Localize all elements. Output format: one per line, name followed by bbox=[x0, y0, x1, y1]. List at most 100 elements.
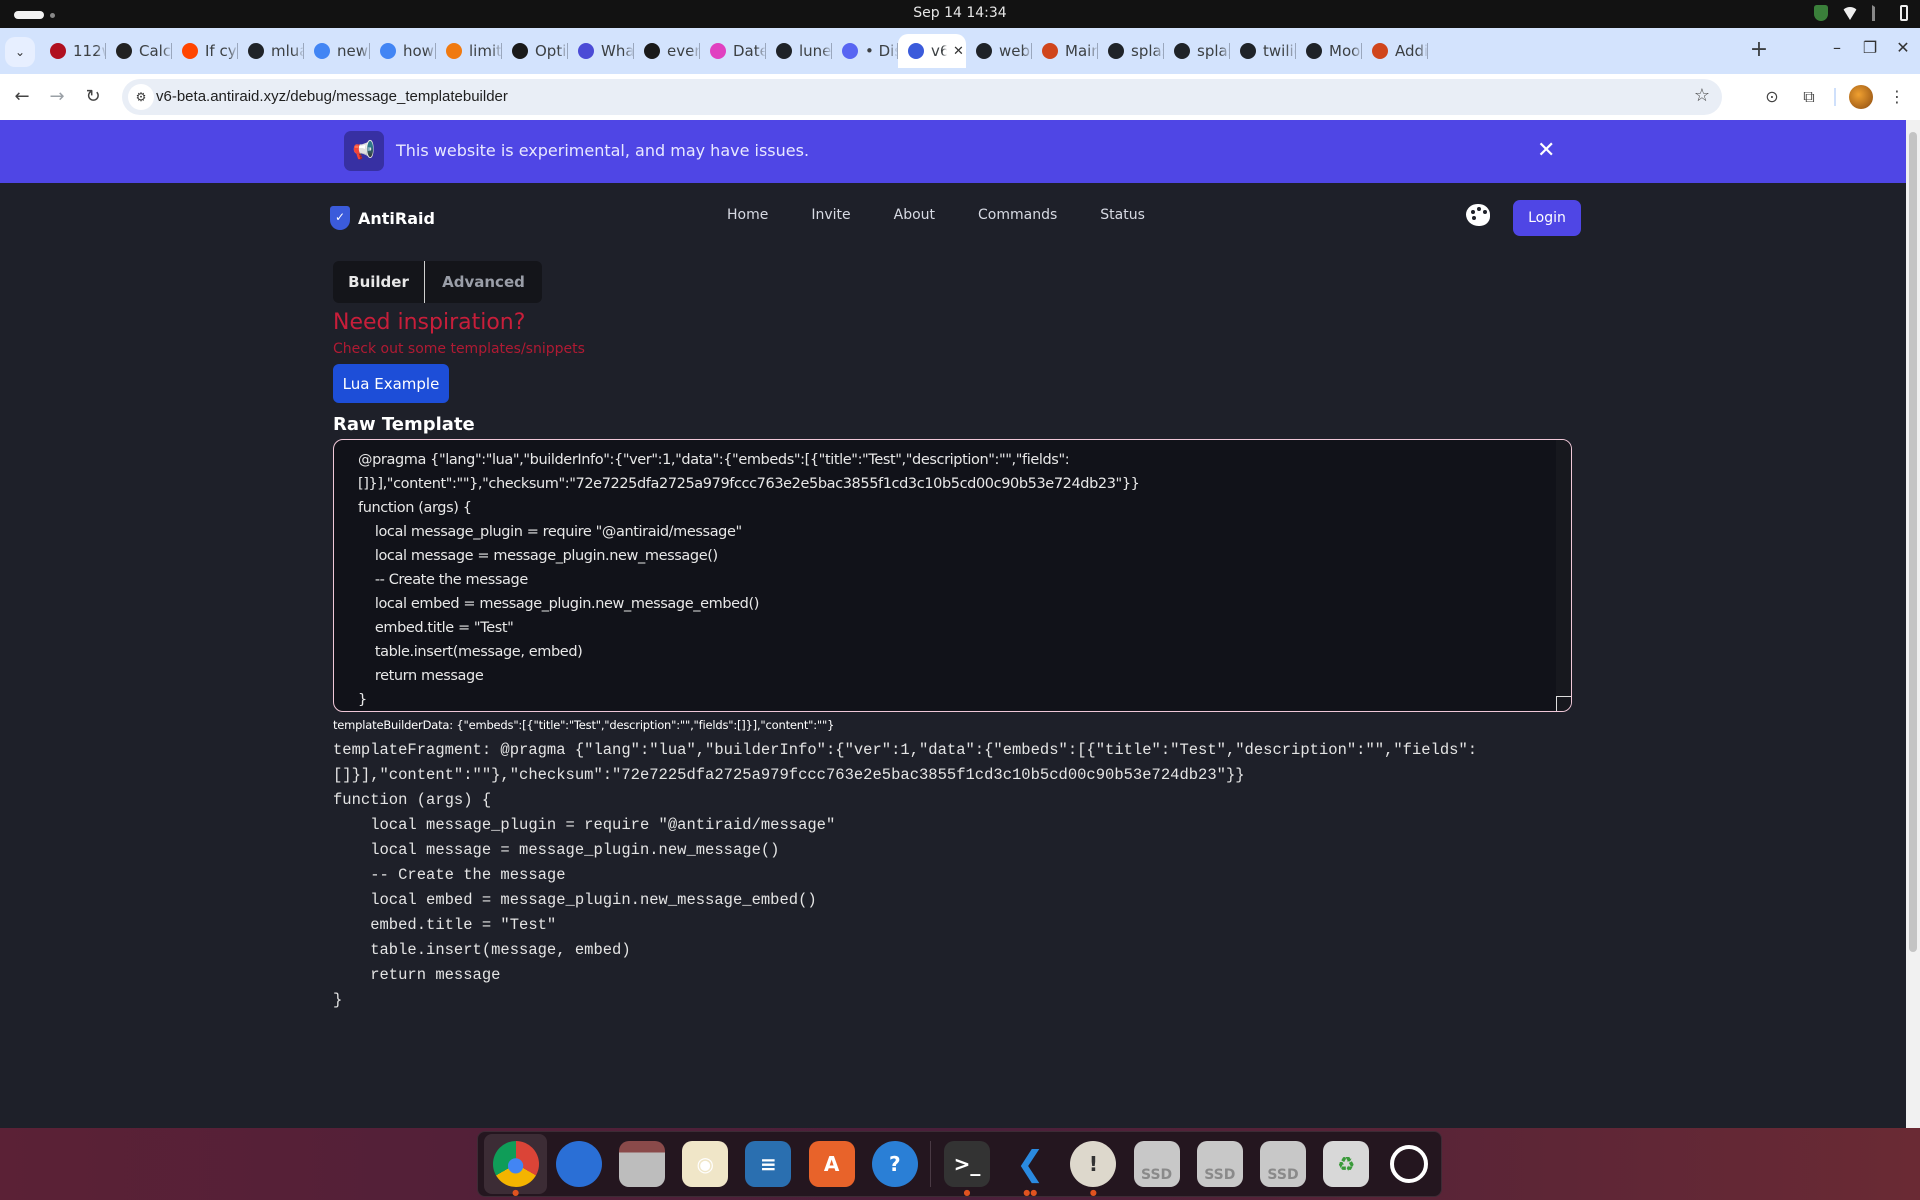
code-line: function (args) { bbox=[358, 500, 472, 516]
tab-close-icon[interactable]: ✕ bbox=[953, 44, 964, 59]
writer-icon: ≡ bbox=[745, 1141, 792, 1187]
address-bar[interactable]: ⚙ v6-beta.antiraid.xyz/debug/message_tem… bbox=[122, 79, 1722, 115]
dock-item-ssd-1[interactable]: SSD bbox=[1125, 1134, 1188, 1194]
textarea-resize-handle[interactable] bbox=[1556, 696, 1571, 711]
tab-title: What bbox=[601, 42, 634, 60]
dock-item-1password[interactable]: ! ● bbox=[1062, 1134, 1125, 1197]
chrome-icon: ● bbox=[492, 1141, 539, 1187]
tab-active[interactable]: v6 ✕ bbox=[898, 34, 966, 68]
reddit-icon bbox=[182, 43, 198, 59]
reload-button[interactable]: ↻ bbox=[78, 82, 108, 112]
shield-icon[interactable] bbox=[1814, 5, 1828, 21]
tab-title: Date bbox=[733, 42, 766, 60]
back-button[interactable]: ← bbox=[7, 82, 37, 112]
tab-search-button[interactable]: ⌄ bbox=[5, 37, 35, 67]
dock-item-vscode[interactable]: ❮ ●● bbox=[999, 1134, 1062, 1197]
tab-title: If cyb bbox=[205, 42, 238, 60]
dock-item-help[interactable]: ? bbox=[863, 1134, 926, 1194]
raw-template-textarea[interactable]: @pragma {"lang":"lua","builderInfo":{"ve… bbox=[333, 439, 1572, 712]
nav-link-home[interactable]: Home bbox=[727, 207, 768, 223]
extensions-puzzle-icon[interactable]: ⧉ bbox=[1796, 84, 1822, 110]
browser-tab[interactable]: If cyb bbox=[172, 34, 238, 68]
browser-tab[interactable]: Moon bbox=[1296, 34, 1362, 68]
browser-tab[interactable]: Optic bbox=[502, 34, 568, 68]
page-scrollbar[interactable] bbox=[1906, 120, 1920, 1128]
nav-link-about[interactable]: About bbox=[894, 207, 935, 223]
files-icon bbox=[619, 1141, 665, 1187]
brand-link[interactable]: ✓ AntiRaid bbox=[330, 206, 435, 230]
minimize-button[interactable]: – bbox=[1822, 38, 1852, 57]
banner-text: This website is experimental, and may ha… bbox=[396, 141, 810, 160]
close-window-button[interactable]: ✕ bbox=[1888, 38, 1918, 57]
browser-tab[interactable]: splas bbox=[1164, 34, 1230, 68]
browser-tab[interactable]: Date bbox=[700, 34, 766, 68]
page-scrollbar-thumb[interactable] bbox=[1909, 132, 1917, 952]
browser-tab[interactable]: Addi bbox=[1362, 34, 1428, 68]
dock-item-thunderbird[interactable] bbox=[547, 1134, 610, 1194]
dock-item-libreoffice-writer[interactable]: ≡ bbox=[737, 1134, 800, 1194]
login-button[interactable]: Login bbox=[1513, 200, 1581, 236]
browser-tab[interactable]: Main bbox=[1032, 34, 1098, 68]
browser-tab[interactable]: lune/ bbox=[766, 34, 832, 68]
tab-title: Optic bbox=[535, 42, 568, 60]
dock-item-ssd-3[interactable]: SSD bbox=[1251, 1134, 1314, 1194]
menu-kebab-icon[interactable]: ⋮ bbox=[1884, 84, 1910, 110]
forward-button[interactable]: → bbox=[42, 82, 72, 112]
ssd-drive-icon: SSD bbox=[1196, 1141, 1243, 1187]
browser-tab[interactable]: event bbox=[634, 34, 700, 68]
megaphone-icon: 📢 bbox=[344, 131, 384, 171]
github-icon bbox=[248, 43, 264, 59]
clock[interactable]: Sep 14 14:34 bbox=[0, 5, 1920, 21]
new-tab-button[interactable]: + bbox=[1742, 34, 1776, 68]
brand-name: AntiRaid bbox=[358, 208, 435, 228]
code-line: @pragma {"lang":"lua","builderInfo":{"ve… bbox=[358, 452, 1070, 468]
tab-advanced[interactable]: Advanced bbox=[425, 261, 542, 303]
tab-title: splas bbox=[1131, 42, 1164, 60]
textarea-scrollbar[interactable] bbox=[1556, 440, 1571, 711]
tab-builder[interactable]: Builder bbox=[333, 261, 425, 303]
site-info-icon[interactable]: ⚙ bbox=[128, 84, 154, 110]
banner-close-button[interactable]: ✕ bbox=[1537, 138, 1555, 164]
bookmark-star-icon[interactable]: ☆ bbox=[1694, 85, 1710, 106]
browser-tab[interactable]: news bbox=[304, 34, 370, 68]
restore-button[interactable]: ❐ bbox=[1855, 38, 1885, 57]
bot-icon bbox=[1372, 43, 1388, 59]
browser-tab[interactable]: splas bbox=[1098, 34, 1164, 68]
wifi-icon[interactable] bbox=[1842, 6, 1858, 20]
dock-item-show-apps[interactable] bbox=[1378, 1134, 1441, 1194]
theme-palette-icon[interactable] bbox=[1466, 204, 1490, 226]
fragment-line: table.insert(message, embed) bbox=[333, 941, 631, 959]
dock-item-files[interactable] bbox=[610, 1134, 673, 1194]
browser-tab[interactable]: twilic bbox=[1230, 34, 1296, 68]
toolbar-divider bbox=[1834, 88, 1836, 106]
battery-icon[interactable] bbox=[1900, 5, 1908, 21]
url-text[interactable]: v6-beta.antiraid.xyz/debug/message_templ… bbox=[156, 88, 508, 105]
dock-item-trash[interactable]: ♻ bbox=[1315, 1134, 1378, 1194]
browser-tab[interactable]: mlua bbox=[238, 34, 304, 68]
extension-icon[interactable]: ⊙ bbox=[1759, 84, 1785, 110]
fragment-line: return message bbox=[333, 966, 501, 984]
system-tray[interactable] bbox=[1814, 5, 1908, 21]
nav-link-commands[interactable]: Commands bbox=[978, 207, 1057, 223]
fragment-line: -- Create the message bbox=[333, 866, 566, 884]
dock-item-ssd-2[interactable]: SSD bbox=[1188, 1134, 1251, 1194]
browser-tab[interactable]: limit bbox=[436, 34, 502, 68]
nav-link-invite[interactable]: Invite bbox=[811, 207, 850, 223]
raw-template-code[interactable]: @pragma {"lang":"lua","builderInfo":{"ve… bbox=[358, 448, 1140, 711]
lua-example-button[interactable]: Lua Example bbox=[333, 364, 449, 403]
dock-item-app-center[interactable]: A bbox=[800, 1134, 863, 1194]
dock: ● ● ◉ ≡ A? >_ ● ❮ ●●! ● SSD SSD SSD ♻ bbox=[477, 1131, 1442, 1197]
dock-item-terminal[interactable]: >_ ● bbox=[935, 1134, 998, 1197]
volume-muted-icon[interactable] bbox=[1872, 5, 1886, 21]
nav-link-status[interactable]: Status bbox=[1100, 207, 1145, 223]
browser-tab[interactable]: how bbox=[370, 34, 436, 68]
browser-tab[interactable]: 112w bbox=[40, 34, 106, 68]
browser-tab[interactable]: • Disc bbox=[832, 34, 898, 68]
browser-tab[interactable]: webs bbox=[966, 34, 1032, 68]
browser-tab[interactable]: Calcu bbox=[106, 34, 172, 68]
profile-avatar[interactable] bbox=[1849, 85, 1873, 109]
browser-tab[interactable]: What bbox=[568, 34, 634, 68]
nav-links: Home Invite About Commands Status bbox=[727, 207, 1188, 223]
dock-item-chrome[interactable]: ● ● bbox=[484, 1134, 548, 1197]
dock-item-rhythmbox[interactable]: ◉ bbox=[674, 1134, 737, 1194]
